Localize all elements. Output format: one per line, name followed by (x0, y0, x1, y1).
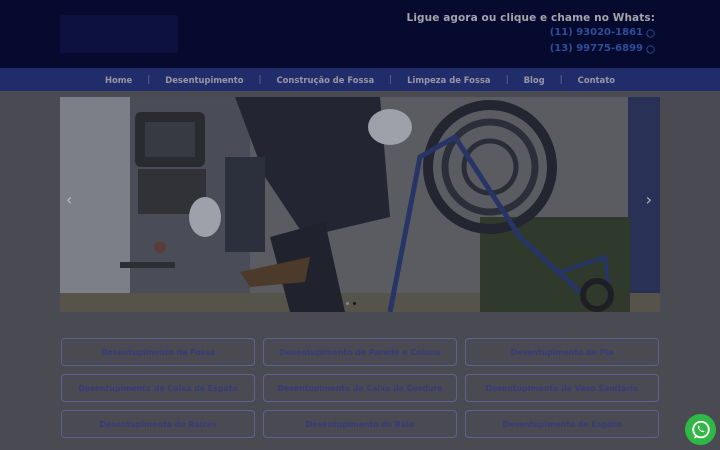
service-button-fossa[interactable]: Desentupimento de Fossa (61, 338, 255, 366)
carousel-dot-1[interactable] (346, 302, 349, 305)
nav-item-construcao-de-fossa[interactable]: Construção de Fossa (262, 75, 390, 85)
service-button-ralo[interactable]: Desentupimento de Ralo (263, 410, 457, 438)
nav-item-contato[interactable]: Contato (563, 75, 630, 85)
main-nav: Home | Desentupimento | Construção de Fo… (0, 68, 720, 91)
phone-number-1: (11) 93020-1861 (549, 27, 643, 38)
hero-slide-image (60, 97, 660, 312)
service-button-vaso-sanitario[interactable]: Desentupimento de Vaso Sanitário (465, 374, 659, 402)
contact-block: Ligue agora ou clique e chame no Whats: … (407, 11, 655, 57)
site-logo[interactable] (60, 15, 178, 53)
whatsapp-icon (646, 28, 655, 38)
nav-item-limpeza-de-fossa[interactable]: Limpeza de Fossa (392, 75, 505, 85)
service-button-caixa-gordura[interactable]: Desentupimento de Caixa de Gordura (263, 374, 457, 402)
carousel-dot-2[interactable] (353, 302, 356, 305)
carousel-indicators (346, 302, 356, 305)
whatsapp-float-button[interactable] (685, 414, 716, 445)
top-header: Ligue agora ou clique e chame no Whats: … (0, 0, 720, 68)
whatsapp-icon (646, 44, 655, 54)
carousel-next-arrow[interactable]: › (646, 192, 652, 208)
service-button-parede-coluna[interactable]: Desentupimento de Parede e Coluna (263, 338, 457, 366)
nav-item-desentupimento[interactable]: Desentupimento (150, 75, 258, 85)
phone-link-2[interactable]: (13) 99775-6899 (407, 41, 655, 57)
whatsapp-icon (691, 420, 710, 439)
service-button-raizes[interactable]: Desentupimento de Raízes (61, 410, 255, 438)
contact-cta-text: Ligue agora ou clique e chame no Whats: (406, 12, 655, 24)
service-button-caixa-esgoto[interactable]: Desentupimento de Caixa de Esgoto (61, 374, 255, 402)
hero-carousel[interactable]: ‹ › (60, 97, 660, 312)
phone-link-1[interactable]: (11) 93020-1861 (407, 25, 655, 41)
phone-number-2: (13) 99775-6899 (549, 43, 643, 54)
service-button-esgoto[interactable]: Desentupimento de Esgoto (465, 410, 659, 438)
carousel-prev-arrow[interactable]: ‹ (66, 192, 72, 208)
nav-item-home[interactable]: Home (90, 75, 147, 85)
service-button-pia[interactable]: Desentupimento de Pia (465, 338, 659, 366)
nav-item-blog[interactable]: Blog (509, 75, 560, 85)
services-grid: Desentupimento de Fossa Desentupimento d… (61, 338, 659, 438)
